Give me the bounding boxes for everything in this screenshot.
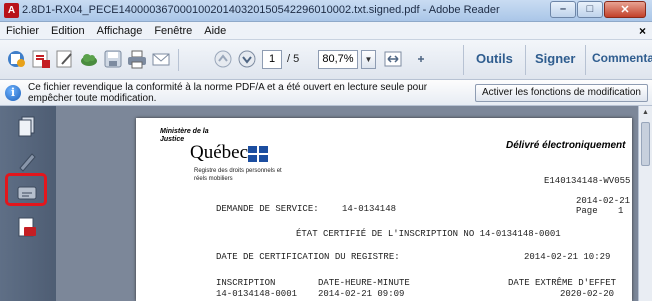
create-pdf-icon[interactable]	[6, 48, 28, 70]
signatures-pen-icon[interactable]	[14, 148, 40, 174]
column-extreme-date: DATE EXTRÊME D'EFFET	[508, 278, 617, 288]
zoom-input[interactable]: 80,7%	[318, 50, 358, 69]
pdfa-message: Ce fichier revendique la conformité à la…	[28, 82, 428, 104]
quebec-flag-icon	[248, 146, 268, 162]
zoom-dropdown-icon[interactable]: ▼	[361, 50, 376, 69]
maximize-button[interactable]: □	[577, 1, 603, 18]
document-viewport: Ministère de la Justice Québec Registre …	[56, 106, 652, 301]
highlight-annotation	[5, 173, 47, 206]
menu-fenetre[interactable]: Fenêtre	[148, 25, 198, 37]
column-date-time: DATE-HEURE-MINUTE	[318, 278, 410, 288]
document-date: 2014-02-21	[576, 196, 631, 206]
window-controls: – □ ✕	[549, 1, 646, 18]
page-label: Page	[576, 206, 598, 216]
row-extreme-date: 2020-02-20	[560, 289, 615, 299]
save-icon[interactable]	[102, 48, 124, 70]
cloud-share-icon[interactable]	[78, 48, 100, 70]
title-bar: A 2.8D1-RX04_PECE14000036700010020140320…	[0, 0, 652, 22]
certification-date-value: 2014-02-21 10:29	[524, 252, 611, 262]
toolbar-separator	[178, 49, 179, 71]
print-icon[interactable]	[126, 48, 148, 70]
pdf-icon[interactable]	[30, 48, 52, 70]
toolbar: 1 / 5 80,7% ▼ Outils Signer Commentaire	[0, 40, 652, 80]
adobe-reader-icon: A	[4, 3, 19, 18]
page-number: 1	[618, 206, 624, 216]
page-total: / 5	[287, 53, 300, 65]
email-icon[interactable]	[150, 48, 172, 70]
fit-width-icon[interactable]	[382, 48, 404, 70]
menu-edition[interactable]: Edition	[45, 25, 91, 37]
menu-fichier[interactable]: Fichier	[0, 25, 45, 37]
toolbar-separator	[525, 45, 526, 75]
menu-aide[interactable]: Aide	[198, 25, 232, 37]
pdf-page: Ministère de la Justice Québec Registre …	[136, 118, 632, 301]
info-icon: i	[5, 85, 21, 101]
service-request-value: 14-0134148	[342, 204, 397, 214]
certified-statement-title: ÉTAT CERTIFIÉ DE L'INSCRIPTION NO 14-013…	[296, 229, 561, 239]
registry-name: Registre des droits personnels et réels …	[194, 168, 282, 182]
info-bar: i Ce fichier revendique la conformité à …	[0, 80, 652, 106]
quebec-logo-text: Québec	[190, 142, 249, 163]
attachments-pdf-icon[interactable]	[14, 214, 40, 240]
enable-editing-button[interactable]: Activer les fonctions de modification	[475, 84, 648, 102]
minimize-button[interactable]: –	[550, 1, 576, 18]
toolbar-separator	[463, 45, 464, 75]
window-title: 2.8D1-RX04_PECE1400003670001002014032015…	[22, 4, 500, 16]
more-tools-icon[interactable]	[410, 48, 432, 70]
scrollbar-thumb[interactable]	[641, 122, 650, 166]
edit-icon[interactable]	[54, 48, 76, 70]
scroll-up-icon[interactable]: ▲	[642, 109, 649, 116]
page-thumbnails-icon[interactable]	[14, 114, 40, 140]
close-icon: ✕	[620, 4, 630, 16]
page-number-input[interactable]: 1	[262, 50, 282, 69]
document-id: E140134148-WV055	[544, 176, 631, 186]
menu-affichage[interactable]: Affichage	[91, 25, 149, 37]
previous-page-icon[interactable]	[212, 48, 234, 70]
minimize-icon: –	[559, 3, 567, 15]
menu-bar: Fichier Edition Affichage Fenêtre Aide ×	[0, 22, 652, 40]
tools-button[interactable]: Outils	[476, 51, 513, 66]
maximize-icon: □	[586, 3, 594, 15]
row-date-time: 2014-02-21 09:09	[318, 289, 405, 299]
certification-date-label: DATE DE CERTIFICATION DU REGISTRE:	[216, 252, 400, 262]
comment-button[interactable]: Commentaire	[592, 51, 652, 65]
close-button[interactable]: ✕	[604, 1, 646, 18]
toolbar-separator	[585, 45, 586, 75]
vertical-scrollbar[interactable]: ▲	[638, 106, 652, 301]
sign-button[interactable]: Signer	[535, 51, 575, 66]
close-document-icon[interactable]: ×	[639, 24, 646, 38]
service-request-label: DEMANDE DE SERVICE:	[216, 204, 319, 214]
column-inscription: INSCRIPTION	[216, 278, 276, 288]
next-page-icon[interactable]	[236, 48, 258, 70]
row-inscription: 14-0134148-0001	[216, 289, 298, 299]
delivered-electronically: Délivré électroniquement	[506, 140, 626, 151]
